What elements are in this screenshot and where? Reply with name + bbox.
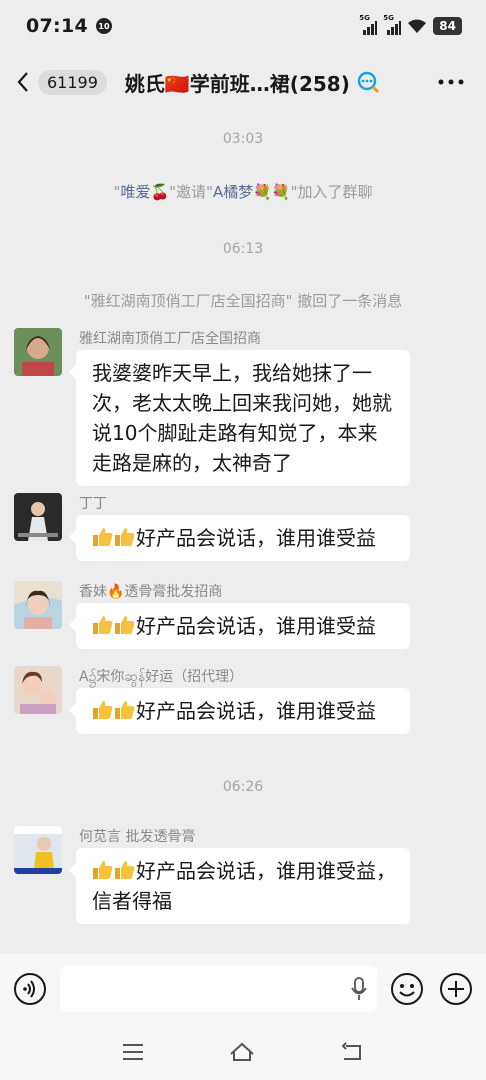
- wifi-icon: [408, 19, 427, 33]
- message-item: 雅红湖南顶俏工厂店全国招商 我婆婆昨天早上，我给她抹了一次，老太太晚上回来我问她…: [14, 328, 474, 486]
- timestamp: 06:26: [222, 779, 264, 795]
- inviter-name[interactable]: 唯爱🍒: [120, 183, 169, 201]
- unread-count: 61199: [38, 69, 107, 95]
- menu-icon[interactable]: [122, 1043, 144, 1061]
- message-item: A၌宋你ဆွန်好运（招代理） 好产品会说话，谁用谁受益: [14, 666, 474, 746]
- home-icon[interactable]: [229, 1042, 255, 1062]
- message-bubble[interactable]: 好产品会说话，谁用谁受益: [69, 603, 410, 649]
- signal-icon: 5G: [359, 14, 378, 35]
- sender-name: 丁丁: [79, 496, 107, 512]
- message-text: 我婆婆昨天早上，我给她抹了一次，老太太晚上回来我问她，她就说10个脚趾走路有知觉…: [92, 361, 392, 475]
- more-icon: [438, 79, 464, 85]
- sender-name: 雅红湖南顶俏工厂店全国招商: [79, 331, 261, 347]
- message-bubble[interactable]: 好产品会说话，谁用谁受益，信者得福: [69, 848, 410, 924]
- thumbs-up-icon: [93, 701, 113, 719]
- status-bar: 07:14 10 5G 5G 84: [0, 0, 486, 52]
- thumbs-up-icon: [93, 861, 113, 879]
- message-text: 好产品会说话，谁用谁受益，信者得福: [92, 859, 396, 913]
- thumbs-up-icon: [115, 701, 135, 719]
- plus-icon: [440, 973, 473, 1005]
- message-text: 好产品会说话，谁用谁受益: [136, 699, 376, 723]
- message-text: 好产品会说话，谁用谁受益: [136, 526, 376, 550]
- avatar[interactable]: [14, 581, 62, 629]
- thumbs-up-icon: [115, 616, 135, 634]
- emoji-button[interactable]: [389, 971, 425, 1007]
- thumbs-up-icon: [93, 616, 113, 634]
- system-message-join: "唯爱🍒"邀请"A橘梦💐💐"加入了群聊: [113, 183, 373, 201]
- message-input[interactable]: [59, 966, 377, 1012]
- chat-title[interactable]: 姚氏🇨🇳学前班…裙(258): [125, 68, 382, 97]
- message-text: 好产品会说话，谁用谁受益: [136, 614, 376, 638]
- sender-name: 香妹🔥透骨膏批发招商: [79, 584, 223, 600]
- back-nav-icon[interactable]: [340, 1042, 364, 1062]
- avatar[interactable]: [14, 328, 62, 376]
- chevron-left-icon: [17, 72, 28, 92]
- input-bar: [0, 954, 486, 1024]
- chat-area[interactable]: 03:03 "唯爱🍒"邀请"A橘梦💐💐"加入了群聊 06:13 "雅红湖南顶俏工…: [0, 112, 486, 954]
- message-bubble[interactable]: 好产品会说话，谁用谁受益: [69, 688, 410, 734]
- system-nav-bar: [0, 1024, 486, 1080]
- voice-mode-button[interactable]: [12, 971, 48, 1007]
- sender-name: A၌宋你ဆွန်好运（招代理）: [79, 669, 244, 685]
- chat-header: 61199 姚氏🇨🇳学前班…裙(258): [0, 52, 486, 112]
- sender-name: 何苋言 批发透骨膏: [79, 829, 196, 845]
- signal-icon-2: 5G: [383, 14, 402, 35]
- chat-title-text: 姚氏🇨🇳学前班…裙(258): [124, 71, 350, 96]
- group-search-icon: [357, 71, 379, 94]
- thumbs-up-icon: [115, 528, 135, 546]
- timestamp: 03:03: [222, 131, 264, 147]
- voice-icon: [13, 973, 46, 1005]
- message-bubble[interactable]: 我婆婆昨天早上，我给她抹了一次，老太太晚上回来我问她，她就说10个脚趾走路有知觉…: [69, 350, 410, 486]
- thumbs-up-icon: [93, 528, 113, 546]
- avatar[interactable]: [14, 666, 62, 714]
- status-time: 07:14: [26, 15, 88, 37]
- thumbs-up-icon: [115, 861, 135, 879]
- invitee-name[interactable]: A橘梦💐💐: [213, 183, 291, 201]
- system-message-recall: "雅红湖南顶俏工厂店全国招商" 撤回了一条消息: [83, 292, 403, 310]
- back-button[interactable]: 61199: [16, 69, 107, 95]
- avatar[interactable]: [14, 493, 62, 541]
- avatar[interactable]: [14, 826, 62, 874]
- more-functions-button[interactable]: [438, 971, 474, 1007]
- microphone-icon[interactable]: [350, 977, 367, 1001]
- battery-indicator: 84: [433, 17, 462, 35]
- message-bubble[interactable]: 好产品会说话，谁用谁受益: [69, 515, 410, 561]
- message-item: 何苋言 批发透骨膏 好产品会说话，谁用谁受益，信者得福: [14, 826, 474, 946]
- message-item: 香妹🔥透骨膏批发招商 好产品会说话，谁用谁受益: [14, 581, 474, 661]
- emoji-icon: [390, 973, 423, 1005]
- timestamp: 06:13: [222, 241, 264, 257]
- message-item: 丁丁 好产品会说话，谁用谁受益: [14, 493, 474, 573]
- notification-badge: 10: [95, 18, 112, 34]
- more-options-button[interactable]: [438, 70, 464, 89]
